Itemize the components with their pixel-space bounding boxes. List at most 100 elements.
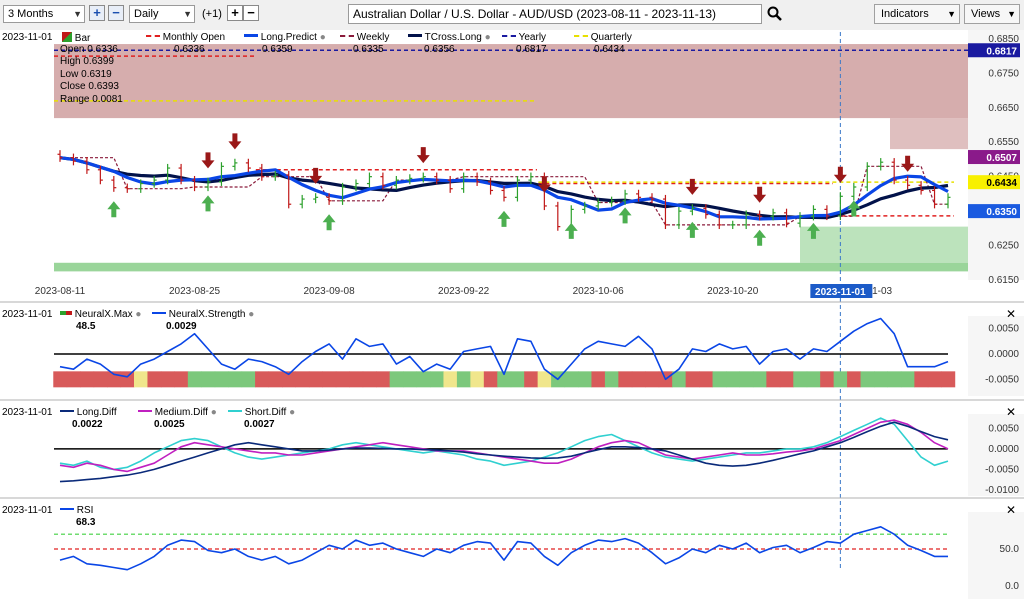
price-tick-label: 0.6850	[988, 34, 1019, 45]
legend-long-predict: Long.Predict ●	[244, 32, 326, 43]
neuralx-max-bar	[941, 371, 956, 388]
resistance-zone	[54, 44, 968, 119]
neural-close-icon[interactable]: ✕	[1006, 307, 1016, 321]
weekly-swatch	[340, 35, 354, 37]
offset-minus-button[interactable]: −	[243, 5, 259, 21]
neuralx-max-bar	[322, 371, 337, 388]
neuralx-strength-value: 0.0029	[166, 321, 197, 332]
diff-tick-label: -0.0050	[985, 464, 1019, 475]
cursor-date-label: 2023-11-01	[815, 287, 866, 298]
neuralx-max-bar	[228, 371, 243, 388]
views-label: Views	[971, 8, 1001, 20]
legend-weekly-label: Weekly	[356, 32, 390, 43]
medium-diff-value: 0.0025	[154, 419, 185, 430]
plus-icon: +	[231, 5, 239, 20]
legend-rsi: RSI	[60, 505, 93, 516]
neuralx-max-bar	[160, 371, 175, 388]
neuralx-max-bar	[147, 371, 162, 388]
neuralx-max-bar	[672, 371, 687, 388]
interval-offset: (+1)	[202, 8, 222, 20]
rsi-tick-label: 50.0	[1000, 544, 1020, 555]
legend-long-predict-label: Long.Predict	[260, 32, 317, 43]
neuralx-max-bar	[389, 371, 404, 388]
neuralx-max-bar	[255, 371, 270, 388]
neuralx-max-bar	[362, 371, 377, 388]
legend-yearly-label: Yearly	[518, 32, 547, 43]
minus-icon: −	[247, 5, 255, 20]
zoom-in-button[interactable]: +	[89, 5, 105, 21]
diff-close-icon[interactable]: ✕	[1006, 405, 1016, 419]
views-button[interactable]: Views ▼	[964, 4, 1020, 24]
neuralx-max-bar	[927, 371, 942, 388]
search-button[interactable]	[766, 5, 784, 23]
plus-icon: +	[93, 5, 101, 20]
price-tag-label: 0.6434	[986, 178, 1017, 189]
neuralx-max-bar	[726, 371, 740, 388]
price-tick-label: 0.6550	[988, 137, 1019, 148]
legend-tcross-long-value: 0.6356	[424, 44, 455, 55]
price-tick-label: 0.6250	[988, 241, 1019, 252]
legend-monthly-open-label: Monthly Open	[162, 32, 226, 43]
offset-plus-button[interactable]: +	[227, 5, 243, 21]
chevron-down-icon: ▼	[947, 9, 956, 19]
price-tick-label: 0.6650	[988, 103, 1019, 114]
neuralx-max-bar	[806, 371, 821, 388]
legend-short-diff: Short.Diff ●	[228, 407, 295, 418]
ohlc-open: Open 0.6336	[60, 44, 118, 55]
neuralx-max-bar	[201, 371, 216, 388]
neuralx-max-bar	[860, 371, 875, 388]
legend-yearly-value: 0.6817	[516, 44, 547, 55]
legend-quarterly-label: Quarterly	[590, 32, 632, 43]
long-diff-value: 0.0022	[72, 419, 103, 430]
indicators-button[interactable]: Indicators ▼	[874, 4, 960, 24]
diff-tick-label: -0.0100	[985, 485, 1019, 496]
neuralx-max-bar	[66, 371, 81, 388]
chevron-down-icon: ▼	[1007, 9, 1016, 19]
range-select[interactable]: 3 Months ▼	[3, 5, 85, 23]
range-select-value: 3 Months	[8, 8, 54, 20]
short-diff-value: 0.0027	[244, 419, 275, 430]
neuralx-max-bar	[712, 371, 727, 388]
neuralx-max-bar	[900, 371, 915, 388]
quarterly-swatch	[574, 35, 588, 37]
legend-monthly-open: Monthly Open	[146, 32, 225, 43]
neuralx-max-value: 48.5	[76, 321, 96, 332]
neuralx-max-bar	[510, 371, 525, 388]
neuralx-max-bar	[268, 371, 283, 388]
ohlc-close: Close 0.6393	[60, 81, 119, 93]
date-tick-label: 2023-08-25	[169, 286, 221, 297]
neuralx-max-bar	[752, 371, 767, 388]
price-tick-label: 0.6150	[988, 275, 1019, 286]
symbol-field[interactable]: Australian Dollar / U.S. Dollar - AUD/US…	[348, 4, 762, 24]
diff-tick-label: 0.0050	[988, 423, 1019, 434]
diff-tick-label: 0.0000	[988, 444, 1019, 455]
date-tick-label: 2023-10-06	[573, 286, 625, 297]
neuralx-max-bar	[120, 371, 135, 388]
legend-neuralx-strength: NeuralX.Strength ●	[152, 309, 254, 320]
interval-select[interactable]: Daily ▼	[129, 5, 195, 23]
legend-weekly-value: 0.6335	[353, 44, 384, 55]
neuralx-max-bar	[887, 371, 902, 388]
neuralx-max-bar	[470, 371, 485, 388]
ohlc-low: Low 0.6319	[60, 68, 112, 80]
neuralx-max-bar	[618, 371, 633, 388]
neuralx-max-bar	[578, 371, 592, 388]
neuralx-max-bar	[214, 371, 229, 388]
neuralx-max-bar	[685, 371, 700, 388]
neuralx-max-bar	[564, 371, 579, 388]
price-tag-label: 0.6350	[986, 207, 1017, 218]
bar-swatch	[62, 32, 72, 42]
neuralx-max-bar	[443, 371, 458, 388]
minus-icon: −	[112, 5, 120, 20]
support-zone	[54, 262, 968, 272]
neural-date: 2023-11-01	[2, 309, 53, 320]
zoom-out-button[interactable]: −	[108, 5, 124, 21]
date-tick-label: 2023-08-11	[35, 286, 86, 297]
neuralx-max-bar	[295, 371, 310, 388]
date-tick-label: 2023-09-08	[304, 286, 356, 297]
legend-long-diff: Long.Diff	[60, 407, 117, 418]
date-tick-label: 2023-09-22	[438, 286, 490, 297]
ohlc-box: Open 0.6336 High 0.6399 Low 0.6319 Close…	[60, 44, 123, 106]
rsi-close-icon[interactable]: ✕	[1006, 503, 1016, 517]
neural-tick-label: 0.0000	[988, 349, 1019, 360]
